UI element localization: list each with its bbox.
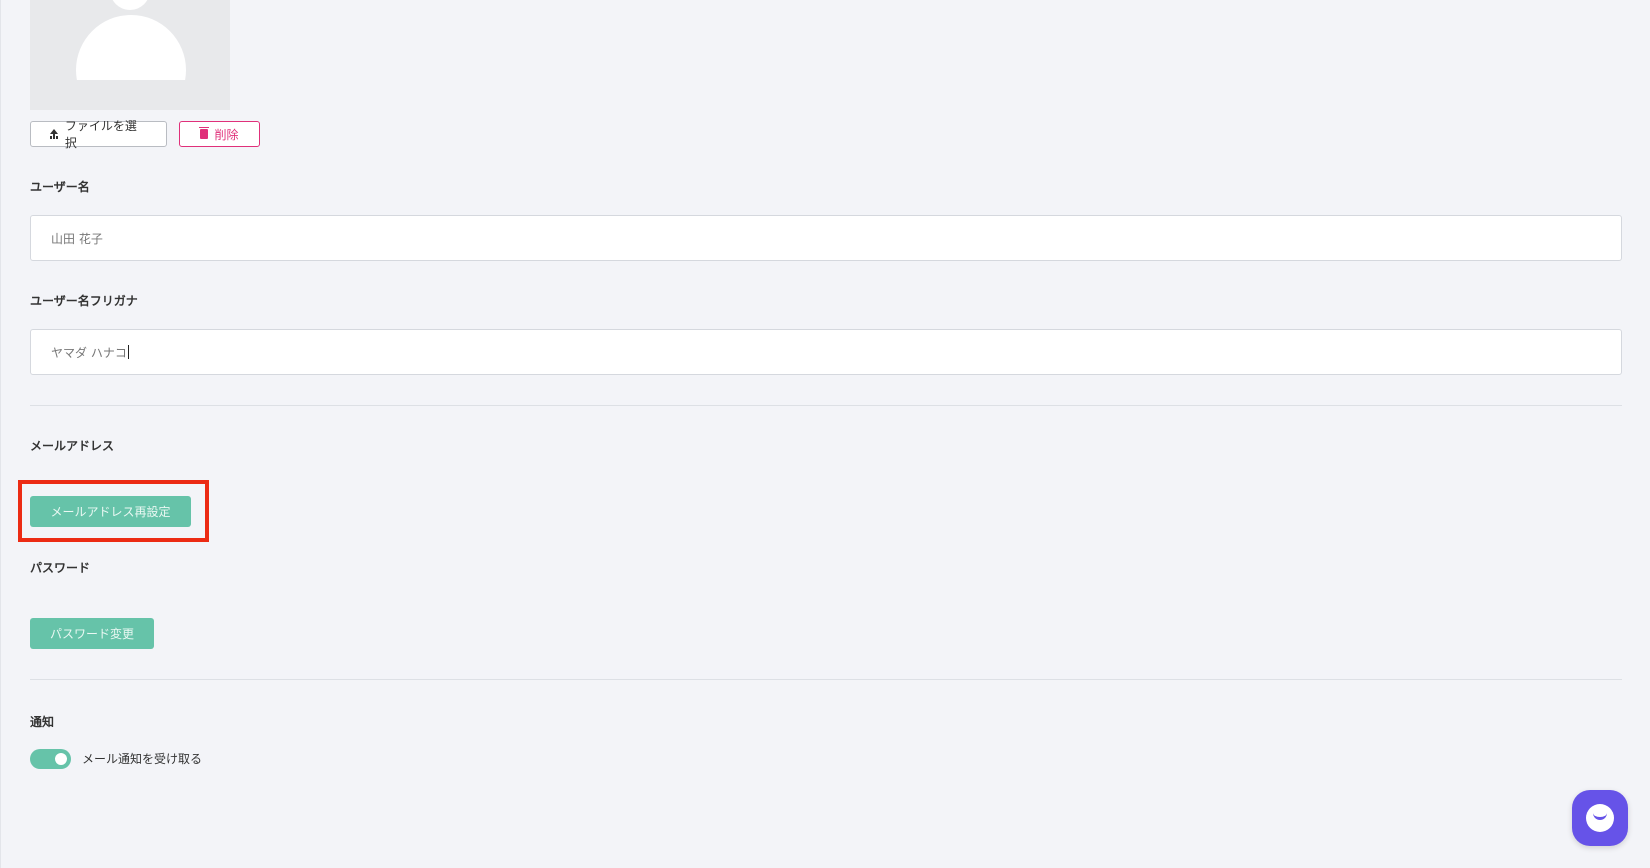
avatar-actions: ファイルを選択 削除 bbox=[30, 119, 260, 150]
username-label: ユーザー名 bbox=[30, 180, 90, 194]
username-kana-label: ユーザー名フリガナ bbox=[30, 294, 138, 308]
password-change-button[interactable]: パスワード変更 bbox=[30, 618, 154, 649]
select-file-button[interactable]: ファイルを選択 bbox=[30, 119, 167, 150]
username-kana-input[interactable]: ヤマダ ハナコ bbox=[30, 329, 1622, 375]
notification-label: 通知 bbox=[30, 715, 55, 729]
highlight-box bbox=[18, 480, 209, 542]
username-kana-value: ヤマダ ハナコ bbox=[51, 345, 127, 360]
trash-icon bbox=[199, 127, 210, 139]
select-file-label: ファイルを選択 bbox=[64, 119, 137, 150]
text-caret bbox=[127, 345, 129, 359]
avatar-head-shape bbox=[110, 0, 150, 10]
username-input[interactable]: 山田 花子 bbox=[30, 215, 1622, 261]
email-label: メールアドレス bbox=[30, 439, 115, 453]
left-border bbox=[0, 0, 1, 868]
avatar-placeholder bbox=[30, 0, 230, 110]
password-label: パスワード bbox=[30, 561, 91, 575]
delete-label: 削除 bbox=[214, 127, 239, 142]
section-divider bbox=[30, 679, 1622, 680]
delete-avatar-button[interactable]: 削除 bbox=[179, 121, 260, 147]
email-notification-toggle[interactable] bbox=[30, 749, 71, 769]
toggle-knob bbox=[55, 753, 67, 765]
profile-settings-page: ファイルを選択 削除 ユーザー名 山田 花子 ユーザー名フリガナ ヤマダ ハナコ… bbox=[0, 0, 1650, 868]
avatar-body-shape bbox=[76, 15, 186, 80]
email-notification-label: メール通知を受け取る bbox=[82, 752, 203, 766]
upload-icon bbox=[49, 129, 59, 139]
username-value: 山田 花子 bbox=[51, 231, 103, 246]
section-divider bbox=[30, 405, 1622, 406]
chat-button[interactable] bbox=[1572, 790, 1628, 846]
